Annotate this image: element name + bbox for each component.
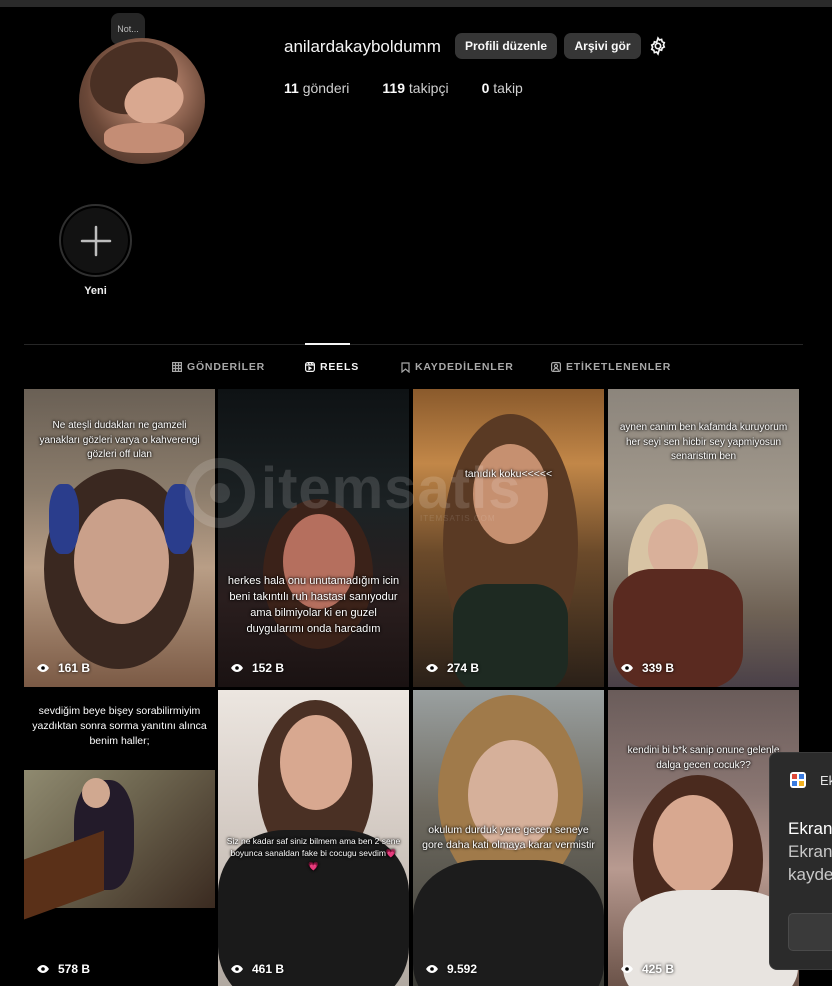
reel-views: 425 B [620,962,674,976]
toast-action-button[interactable] [788,913,832,951]
tab-tagged[interactable]: ETİKETLENENLER [551,361,671,373]
toast-body: Ekran [788,842,832,861]
tab-reels[interactable]: REELS [305,361,359,373]
username: anilardakayboldumm [284,37,441,56]
eye-icon [621,664,633,672]
reel-caption: herkes hala onu unutamadığım icin beni t… [227,575,400,635]
edit-profile-button[interactable]: Profili düzenle [455,33,557,59]
profile-avatar[interactable] [79,38,205,164]
profile-stats: 11 gönderi 119 takipçi 0 takip [284,80,556,96]
posts-stat: 11 gönderi [284,80,350,96]
reels-icon [305,362,315,372]
eye-icon [37,965,49,973]
reel-views: 161 B [36,661,90,675]
snipping-notification-toast[interactable]: Ek Ekran Ekran kayde [769,752,832,970]
reel-tile[interactable]: okulum durduk yere gecen seneye gore dah… [413,690,604,986]
tab-saved[interactable]: KAYDEDİLENLER [401,361,514,373]
eye-icon [37,664,49,672]
eye-icon [231,965,243,973]
plus-icon [80,225,111,256]
view-archive-button[interactable]: Arşivi gör [564,33,641,59]
reel-tile[interactable]: Ne ateşli dudakları ne gamzeli yanakları… [24,389,215,687]
note-label: Not... [117,24,139,34]
reel-views: 152 B [230,661,284,675]
watermark-subtext: ITEMSATIS.COM [420,514,496,523]
settings-gear-icon[interactable] [648,36,668,56]
reel-caption: okulum durduk yere gecen seneye gore dah… [422,824,595,852]
new-highlight-button[interactable] [59,204,132,277]
toast-app-name: Ek [820,773,832,788]
window-top-bar [0,0,832,7]
new-highlight-label: Yeni [84,285,107,297]
tab-posts[interactable]: GÖNDERİLER [172,361,265,373]
reel-caption: Siz ne kadar saf siniz bilmem ama ben 2 … [226,836,401,871]
reel-tile[interactable]: sevdiğim beye bişey sorabilirmiyim yazdı… [24,690,215,986]
tabs-divider [24,344,803,345]
reel-views: 461 B [230,962,284,976]
grid-icon [172,362,182,372]
toast-body: kayde [788,865,832,884]
eye-icon [621,965,633,973]
eye-icon [231,664,243,672]
eye-icon [426,664,438,672]
snipping-tool-icon [790,772,806,788]
reel-views: 274 B [425,661,479,675]
reel-tile[interactable]: aynen canim ben kafamda kuruyorum her se… [608,389,799,687]
watermark-swirl-icon [185,457,255,528]
reel-tile[interactable]: herkes hala onu unutamadığım icin beni t… [218,389,409,687]
reel-caption: kendini bi b*k sanip onune gelenle dalga… [627,745,780,771]
active-tab-indicator [305,343,350,345]
reel-tile[interactable]: Siz ne kadar saf siniz bilmem ama ben 2 … [218,690,409,986]
reel-views: 9.592 [425,962,477,976]
bookmark-icon [401,361,410,373]
toast-title: Ekran [788,819,832,838]
reel-tile[interactable]: tanıdık koku<<<<< 274 B [413,389,604,687]
reel-views: 339 B [620,661,674,675]
tag-person-icon [551,362,561,372]
eye-icon [426,965,438,973]
followers-stat[interactable]: 119 takipçi [382,80,448,96]
reel-caption: Ne ateşli dudakları ne gamzeli yanakları… [39,420,200,460]
reel-caption: aynen canim ben kafamda kuruyorum her se… [619,422,788,462]
reel-caption: sevdiğim beye bişey sorabilirmiyim yazdı… [32,705,207,748]
following-stat[interactable]: 0 takip [482,80,523,96]
reel-views: 578 B [36,962,90,976]
